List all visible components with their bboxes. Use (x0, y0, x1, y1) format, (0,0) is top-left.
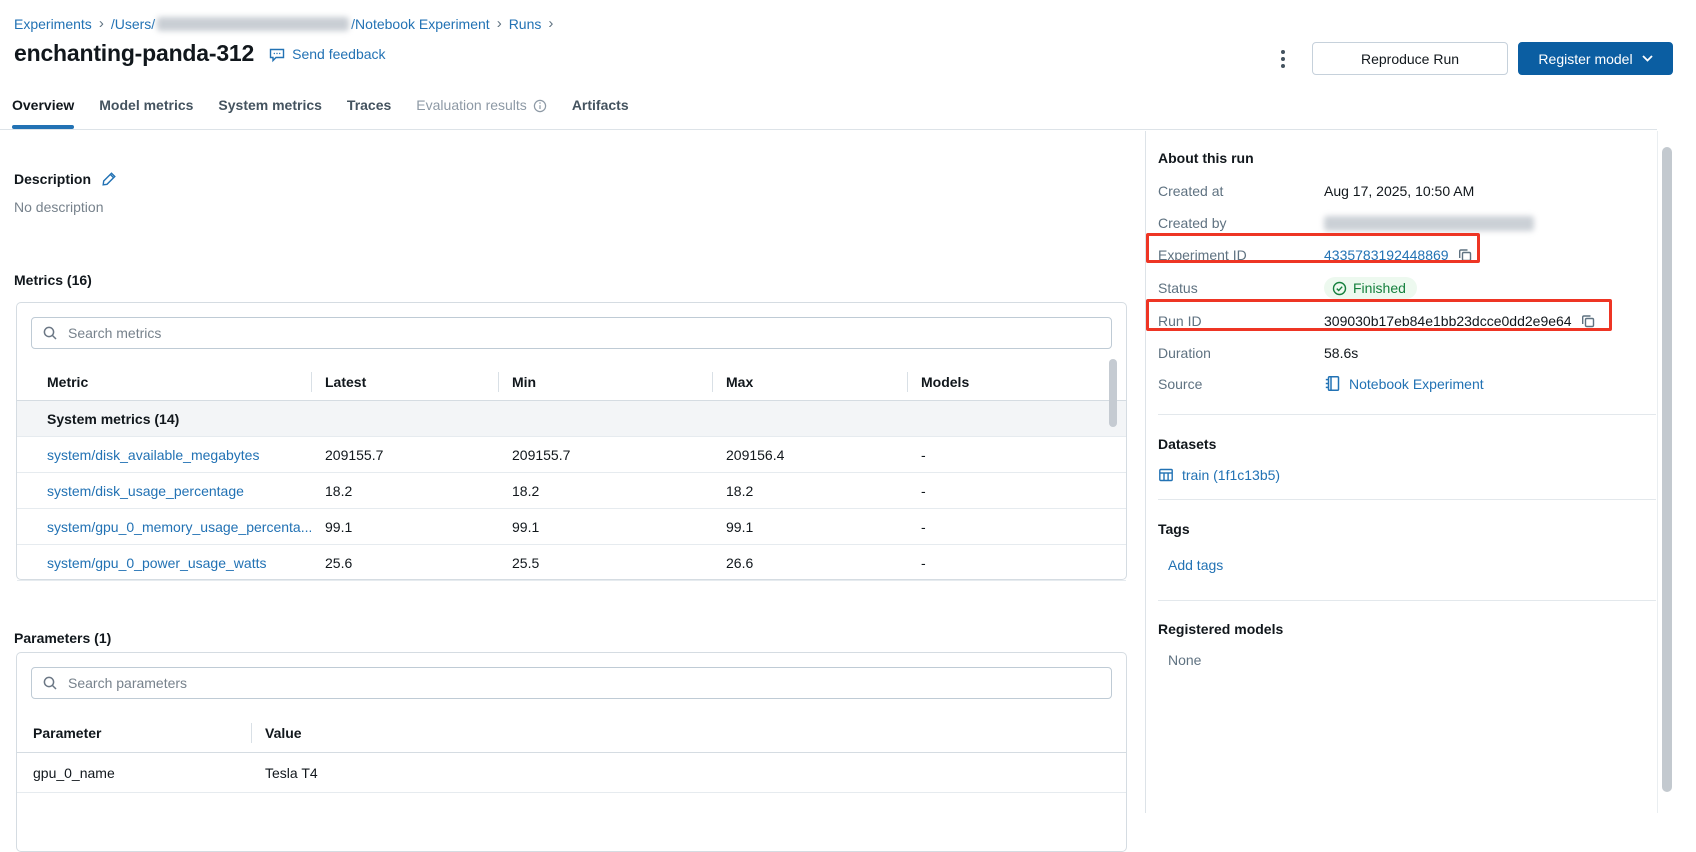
sidebar-divider (1158, 414, 1656, 415)
tab-bar: Overview Model metrics System metrics Tr… (12, 97, 629, 129)
parameter-name: gpu_0_name (33, 764, 115, 781)
created-by-redacted-blur (1324, 215, 1534, 231)
redacted-path-blur (157, 17, 350, 31)
duration-value: 58.6s (1324, 345, 1359, 361)
check-circle-icon (1332, 281, 1347, 296)
tab-evaluation-results[interactable]: Evaluation results (416, 97, 547, 125)
overflow-menu-button[interactable] (1270, 44, 1296, 74)
source-notebook-link[interactable]: Notebook Experiment (1349, 376, 1484, 392)
page-scrollbar-thumb[interactable] (1662, 147, 1672, 792)
search-icon (42, 675, 58, 691)
breadcrumb-separator: › (98, 15, 104, 32)
run-details-sidebar: About this run Created at Aug 17, 2025, … (1145, 131, 1674, 813)
dataset-table-icon (1158, 467, 1174, 483)
feedback-bubble-icon (268, 45, 286, 63)
metric-link[interactable]: system/gpu_0_memory_usage_percenta... (47, 519, 311, 535)
tab-system-metrics[interactable]: System metrics (218, 97, 322, 125)
breadcrumb-experiment-path-link[interactable]: /Users/ (111, 16, 155, 32)
metric-link[interactable]: system/disk_usage_percentage (47, 483, 244, 499)
col-parameter: Parameter (33, 725, 102, 741)
copy-icon[interactable] (1580, 313, 1596, 329)
table-row: system/gpu_0_memory_usage_percenta... 99… (17, 509, 1126, 545)
metrics-heading: Metrics (16) (14, 272, 92, 288)
description-heading: Description (14, 170, 92, 187)
table-row: system/gpu_0_power_usage_watts 25.6 25.5… (17, 545, 1126, 581)
created-at-value: Aug 17, 2025, 10:50 AM (1324, 183, 1475, 199)
created-at-label: Created at (1158, 183, 1224, 199)
sidebar-divider (1158, 600, 1656, 601)
col-models: Models (907, 363, 1126, 401)
col-metric: Metric (47, 374, 89, 390)
tab-overview[interactable]: Overview (12, 97, 75, 129)
experiment-id-link[interactable]: 4335783192448869 (1324, 247, 1449, 263)
page-title: enchanting-panda-312 (14, 40, 255, 66)
breadcrumb-runs-link[interactable]: Runs (509, 16, 542, 32)
registered-models-heading: Registered models (1158, 621, 1284, 637)
metrics-search (31, 317, 1112, 349)
metrics-group-header: System metrics (14) (17, 401, 1126, 437)
search-icon (42, 325, 58, 341)
breadcrumb: Experiments › /Users/ /Notebook Experime… (14, 16, 553, 32)
dataset-link[interactable]: train (1f1c13b5) (1182, 467, 1280, 483)
col-min: Min (498, 363, 712, 401)
run-id-label: Run ID (1158, 313, 1202, 329)
page-scrollbar-track (1657, 131, 1674, 813)
tab-artifacts[interactable]: Artifacts (572, 97, 629, 125)
registered-models-none: None (1168, 652, 1202, 668)
metric-link[interactable]: system/gpu_0_power_usage_watts (47, 555, 266, 571)
status-badge: Finished (1324, 277, 1417, 299)
parameter-value: Tesla T4 (265, 764, 318, 781)
col-max: Max (712, 363, 907, 401)
kebab-icon (1281, 50, 1285, 54)
breadcrumb-separator: › (548, 15, 554, 32)
parameters-table-header: Parameter Value (17, 713, 1126, 753)
status-label: Status (1158, 280, 1198, 296)
duration-label: Duration (1158, 345, 1211, 361)
parameters-search (31, 667, 1112, 699)
tabs-divider (0, 129, 1657, 130)
col-latest: Latest (311, 363, 498, 401)
info-icon (533, 99, 547, 113)
description-empty-text: No description (14, 199, 104, 215)
metrics-table-scrollbar[interactable] (1109, 359, 1117, 427)
metrics-search-input[interactable] (66, 324, 1101, 342)
col-value: Value (251, 713, 1126, 753)
metrics-card: Metric Latest Min Max Models System metr… (16, 302, 1127, 581)
about-this-run-heading: About this run (1158, 150, 1254, 166)
created-by-label: Created by (1158, 215, 1227, 231)
parameters-heading: Parameters (1) (14, 630, 112, 646)
copy-icon[interactable] (1457, 247, 1473, 263)
table-row: system/disk_available_megabytes 209155.7… (17, 437, 1126, 473)
tab-traces[interactable]: Traces (347, 97, 391, 125)
notebook-icon (1324, 375, 1341, 392)
source-label: Source (1158, 375, 1203, 392)
parameters-search-input[interactable] (66, 674, 1101, 692)
metric-link[interactable]: system/disk_available_megabytes (47, 447, 259, 463)
datasets-heading: Datasets (1158, 436, 1217, 452)
edit-pencil-icon[interactable] (101, 170, 118, 187)
breadcrumb-experiment-path-link-suffix[interactable]: /Notebook Experiment (351, 16, 490, 32)
metrics-table-header: Metric Latest Min Max Models (17, 363, 1126, 401)
sidebar-divider (1158, 499, 1656, 500)
tab-model-metrics[interactable]: Model metrics (99, 97, 193, 125)
send-feedback-link[interactable]: Send feedback (268, 45, 386, 63)
experiment-id-label: Experiment ID (1158, 247, 1247, 263)
chevron-down-icon (1641, 55, 1653, 62)
register-model-button[interactable]: Register model (1518, 42, 1673, 75)
parameters-card: Parameter Value gpu_0_name Tesla T4 (16, 652, 1127, 852)
table-row: gpu_0_name Tesla T4 (17, 753, 1126, 793)
add-tags-link[interactable]: Add tags (1168, 557, 1223, 573)
breadcrumb-experiments-link[interactable]: Experiments (14, 16, 92, 32)
run-id-value: 309030b17eb84e1bb23dcce0dd2e9e64 (1324, 313, 1572, 329)
breadcrumb-separator: › (496, 15, 502, 32)
tags-heading: Tags (1158, 521, 1190, 537)
reproduce-run-button[interactable]: Reproduce Run (1312, 42, 1508, 75)
table-row: system/disk_usage_percentage 18.2 18.2 1… (17, 473, 1126, 509)
